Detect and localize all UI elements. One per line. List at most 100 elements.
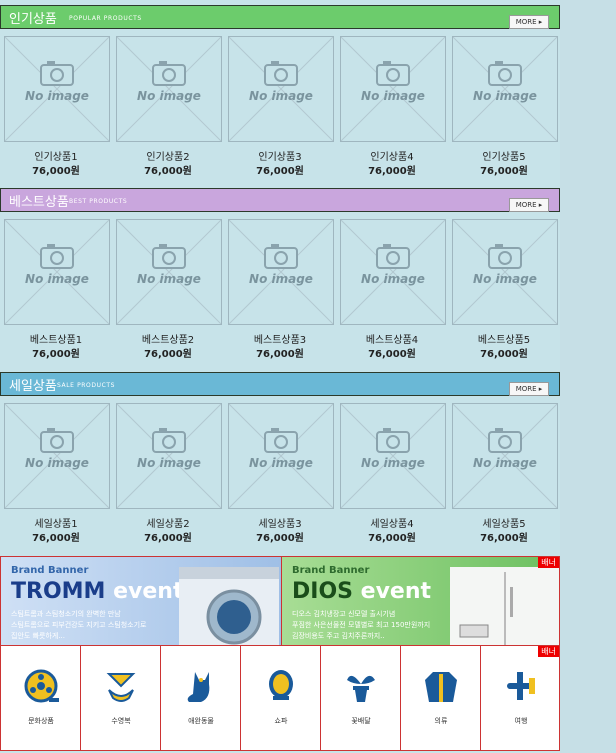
banner-brand: DIOS event (292, 579, 431, 604)
banner-line: 집안도 빠릇하게... (11, 632, 65, 640)
product-name[interactable]: 베스트상품4 (336, 331, 448, 346)
category-item[interactable]: 애완동물 (161, 646, 241, 750)
product-image[interactable]: No image (340, 219, 446, 325)
banner-brand-name: TROMM (11, 579, 106, 604)
product-image[interactable]: No image (228, 403, 334, 509)
tromm-banner[interactable]: Brand Banner TROMM event 스팀트롬과 스팀청소기의 완벽… (0, 556, 282, 646)
product-price: 76,000원 (256, 533, 304, 544)
section-header: 인기상품 POPULAR PRODUCTS MORE ▸ (0, 5, 560, 29)
no-image-text: No image (361, 456, 425, 470)
product-name[interactable]: 베스트상품1 (0, 331, 112, 346)
no-image-text: No image (25, 456, 89, 470)
product-image[interactable]: No image (116, 219, 222, 325)
no-image-text: No image (249, 456, 313, 470)
category-bar: 배너 문화상품 수영복 애완동물 쇼파 꽃배달 의류 여행 (0, 645, 560, 751)
section-sale: 세일상품 SALE PRODUCTS MORE ▸ No image 세일상품1 7… (0, 372, 560, 555)
product-price: 76,000원 (256, 349, 304, 360)
cat-icon (187, 672, 210, 702)
product-price: 76,000원 (368, 166, 416, 177)
product-image[interactable]: No image (452, 403, 558, 509)
more-label: MORE (515, 201, 537, 209)
category-label: 쇼파 (274, 717, 288, 725)
main-content: 인기상품 POPULAR PRODUCTS MORE ▸ No image 인기상… (0, 0, 560, 753)
dios-banner[interactable]: Brand Banner DIOS event 디오스 김치냉장고 신모델 출시… (281, 556, 560, 646)
section-title: 베스트상품 (9, 195, 69, 210)
armchair-icon (269, 670, 293, 700)
category-item[interactable]: 여행 (481, 646, 561, 750)
product-name[interactable]: 베스트상품2 (112, 331, 224, 346)
no-image-text: No image (137, 89, 201, 103)
product-image[interactable]: No image (228, 36, 334, 142)
category-item[interactable]: 문화상품 (1, 646, 81, 750)
product-name[interactable]: 인기상품2 (112, 148, 224, 163)
product-price: 76,000원 (480, 533, 528, 544)
no-image-text: No image (473, 272, 537, 286)
product-image[interactable]: No image (452, 219, 558, 325)
more-button[interactable]: MORE ▸ (509, 15, 549, 29)
banner-line: 스팀트롬과 스팀청소기의 완벽한 만남 (11, 610, 121, 618)
jacket-icon (425, 672, 457, 702)
product-image[interactable]: No image (340, 403, 446, 509)
no-image-text: No image (361, 272, 425, 286)
banner-small-title: Brand Banner (11, 565, 89, 576)
section-best: 베스트상품 BEST PRODUCTS MORE ▸ No image 베스트상품… (0, 188, 560, 371)
flower-pot-icon (347, 675, 375, 702)
product-name[interactable]: 세일상품1 (0, 515, 112, 530)
no-image-text: No image (249, 89, 313, 103)
product-name[interactable]: 세일상품4 (336, 515, 448, 530)
product-price: 76,000원 (144, 533, 192, 544)
airplane-icon (507, 672, 535, 700)
section-subtitle: POPULAR PRODUCTS (69, 15, 142, 22)
product-image[interactable]: No image (4, 403, 110, 509)
section-header: 세일상품 SALE PRODUCTS MORE ▸ (0, 372, 560, 396)
no-image-text: No image (25, 89, 89, 103)
category-label: 문화상품 (28, 717, 54, 725)
product-name[interactable]: 세일상품3 (224, 515, 336, 530)
banner-line: 푸짐한 사은선물전 모델별로 최고 150만원까지 (292, 621, 431, 629)
washing-machine-image (179, 567, 279, 645)
product-name[interactable]: 인기상품3 (224, 148, 336, 163)
product-name[interactable]: 베스트상품5 (448, 331, 560, 346)
product-name[interactable]: 세일상품5 (448, 515, 560, 530)
refrigerator-image (450, 567, 559, 645)
product-image[interactable]: No image (116, 36, 222, 142)
product-name[interactable]: 베스트상품3 (224, 331, 336, 346)
product-image[interactable]: No image (4, 219, 110, 325)
category-item[interactable]: 수영복 (81, 646, 161, 750)
product-image[interactable]: No image (116, 403, 222, 509)
product-name[interactable]: 인기상품5 (448, 148, 560, 163)
product-image[interactable]: No image (340, 36, 446, 142)
section-subtitle: BEST PRODUCTS (69, 198, 128, 205)
product-price: 76,000원 (32, 349, 80, 360)
no-image-text: No image (473, 89, 537, 103)
category-label: 수영복 (111, 717, 131, 725)
product-image[interactable]: No image (452, 36, 558, 142)
category-item[interactable]: 의류 (401, 646, 481, 750)
banner-line: 스팀트롬으로 피부건강도 지키고 스팀청소기로 (11, 621, 147, 629)
category-item[interactable]: 쇼파 (241, 646, 321, 750)
banner-tag: 배너 (538, 557, 559, 568)
film-reel-icon (24, 669, 59, 703)
no-image-text: No image (137, 272, 201, 286)
category-item[interactable]: 꽃배달 (321, 646, 401, 750)
product-price: 76,000원 (368, 349, 416, 360)
section-title: 인기상품 (9, 12, 57, 27)
no-image-text: No image (473, 456, 537, 470)
banner-brand: TROMM event (11, 579, 183, 604)
category-label: 꽃배달 (351, 717, 371, 725)
no-image-text: No image (361, 89, 425, 103)
product-name[interactable]: 인기상품4 (336, 148, 448, 163)
product-name[interactable]: 세일상품2 (112, 515, 224, 530)
banner-event: event (113, 579, 184, 604)
section-subtitle: SALE PRODUCTS (57, 382, 116, 389)
banner-event: event (360, 579, 432, 604)
more-button[interactable]: MORE ▸ (509, 382, 549, 396)
banner-line: 김장비용도 주고 김치주론까지.. (292, 632, 385, 640)
product-price: 76,000원 (144, 166, 192, 177)
product-image[interactable]: No image (228, 219, 334, 325)
section-header: 베스트상품 BEST PRODUCTS MORE ▸ (0, 188, 560, 212)
banner-small-title: Brand Banner (292, 565, 370, 576)
more-button[interactable]: MORE ▸ (509, 198, 549, 212)
product-name[interactable]: 인기상품1 (0, 148, 112, 163)
product-image[interactable]: No image (4, 36, 110, 142)
